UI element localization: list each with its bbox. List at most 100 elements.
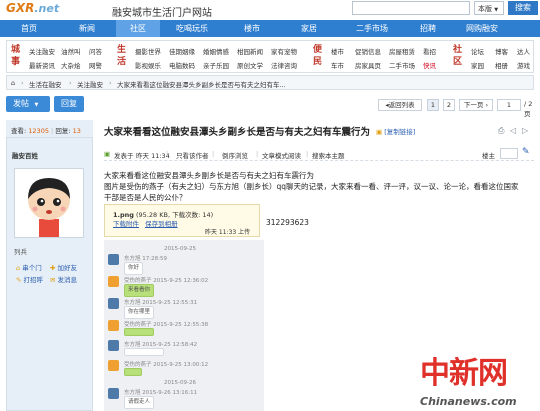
breadcrumb-item[interactable]: 关注融安: [77, 79, 103, 89]
avatar: [108, 320, 119, 331]
watermark-logo: 中新网: [420, 356, 508, 391]
copy-link-label: [复制链接]: [384, 128, 416, 136]
category-link[interactable]: 最新资讯: [29, 60, 55, 70]
reply-button[interactable]: 回复: [54, 96, 84, 112]
category-link[interactable]: 家有宠物: [271, 46, 297, 56]
back-to-list-label: 返回列表: [388, 101, 415, 109]
chat-sender-time: 东方旭 2015-9-25 12:58:42: [124, 342, 198, 348]
page-number-input[interactable]: 1: [497, 99, 521, 111]
site-logo[interactable]: GXR.net: [6, 1, 104, 19]
attachment-popup: 1.png (95.28 KB, 下载次数: 14) 下载附件 保存到相册 昨天…: [104, 204, 260, 237]
search-thread-link[interactable]: 搜索本主题: [312, 150, 345, 160]
chat-bubble: 你在哪里: [124, 306, 155, 319]
nav-item-home-living[interactable]: 家居: [280, 20, 338, 37]
category-link[interactable]: 柑园新闻: [237, 46, 263, 56]
article-mode-link[interactable]: 文章模式阅读: [262, 150, 301, 160]
back-to-list-button[interactable]: ◂返回列表: [378, 99, 422, 111]
category-link[interactable]: 摄影世界: [135, 46, 161, 56]
category-link[interactable]: 楼市: [331, 46, 344, 56]
new-post-button[interactable]: 发帖 ▼: [6, 96, 50, 112]
category-link[interactable]: 房家具页: [355, 60, 381, 70]
add-friend-icon: ✚: [50, 264, 56, 272]
breadcrumb-item: 大家来看看这位融安县潭头乡副乡长是否与有夫之妇有车...: [117, 81, 286, 89]
views-label: 查看:: [11, 127, 27, 135]
home-icon[interactable]: ⌂: [11, 79, 15, 87]
page-total: / 2 页: [524, 100, 533, 118]
chat-sender-time: 受伤的燕子 2015-9-25 13:00:12: [124, 362, 209, 368]
avatar[interactable]: [14, 168, 84, 238]
chevron-right-icon: ›: [109, 79, 112, 87]
send-message-link[interactable]: ✉ 发消息: [50, 274, 77, 284]
floor-jump-input[interactable]: [500, 148, 518, 159]
nav-item-jobs[interactable]: 招聘: [406, 20, 450, 37]
category-link[interactable]: 家园: [471, 60, 484, 70]
category-link[interactable]: 亲子乐园: [203, 60, 229, 70]
category-link[interactable]: 关注融安: [29, 46, 55, 56]
house-icon: ⌂: [16, 264, 21, 272]
new-post-label: 发帖: [13, 99, 29, 108]
chevron-down-icon: ▼: [494, 7, 499, 13]
visit-user-link[interactable]: ⌂ 串个门: [16, 262, 42, 272]
reverse-order-link[interactable]: 倒序浏览: [222, 150, 248, 160]
nav-item-news[interactable]: 新闻: [58, 20, 116, 37]
next-page-button[interactable]: 下一页 ›: [459, 99, 493, 111]
author-name[interactable]: 融安百姓: [12, 150, 38, 160]
nav-item-property[interactable]: 楼市: [224, 20, 280, 37]
category-link[interactable]: 车市: [331, 60, 344, 70]
qq-number: 312293623: [266, 218, 309, 227]
next-thread-icon[interactable]: ▷: [522, 126, 531, 135]
post-body-line: 大家来看看这位融安县潭头乡副乡长是否与有夫之妇有车震行为: [104, 171, 314, 180]
category-link[interactable]: 婚姻情感: [203, 46, 229, 56]
nav-item-shopping[interactable]: 网购融安: [450, 20, 514, 37]
category-link[interactable]: 论坛: [471, 46, 484, 56]
nav-item-food[interactable]: 吃喝玩乐: [160, 20, 224, 37]
category-link[interactable]: 问答: [89, 46, 102, 56]
save-to-album-link[interactable]: 保存到相册: [145, 220, 178, 228]
prev-thread-icon[interactable]: ◁: [510, 126, 519, 135]
category-link[interactable]: 佳期姻缘: [169, 46, 195, 56]
add-friend-link[interactable]: ✚ 加好友: [50, 262, 77, 272]
chat-bubble: 请假走人: [124, 396, 155, 409]
page-button-1[interactable]: 1: [427, 99, 439, 111]
pencil-icon[interactable]: ✎: [522, 147, 530, 157]
category-link[interactable]: 促销信息: [355, 46, 381, 56]
category-link[interactable]: 电脑数码: [169, 60, 195, 70]
page-button-2[interactable]: 2: [443, 99, 455, 111]
category-link[interactable]: 看招: [423, 46, 436, 56]
download-attachment-link[interactable]: 下载附件: [113, 220, 139, 228]
floor-label: 楼主: [482, 152, 495, 160]
breadcrumb-item[interactable]: 生活在融安: [29, 79, 62, 89]
breadcrumb: ⌂ › 生活在融安 › 关注融安 › 大家来看看这位融安县潭头乡副乡长是否与有夫…: [6, 75, 534, 90]
category-link[interactable]: 二手市场: [389, 60, 415, 70]
search-input[interactable]: [352, 1, 470, 15]
category-link[interactable]: 相册: [495, 60, 508, 70]
category-link[interactable]: 影视娱乐: [135, 60, 161, 70]
search-scope-select[interactable]: 本版 ▼: [474, 1, 504, 15]
nav-item-community[interactable]: 社区: [116, 20, 160, 37]
category-link[interactable]: 达人: [517, 46, 530, 56]
avatar: [108, 298, 119, 309]
category-link[interactable]: 大杂烩: [61, 60, 81, 70]
author-only-link[interactable]: 只看该作者: [176, 150, 209, 160]
greet-link[interactable]: ✎ 打招呼: [16, 274, 43, 284]
search-button[interactable]: 搜索: [508, 1, 538, 15]
chat-screenshot[interactable]: 2015-09-25 东方旭 17:28:59 你好 受伤的燕子 2015-9-…: [104, 240, 264, 411]
category-link[interactable]: 油然叫: [61, 46, 81, 56]
replies-count: 13: [72, 127, 81, 135]
print-icon[interactable]: ⎙: [498, 126, 507, 135]
category-link[interactable]: 房屋租赁: [389, 46, 415, 56]
category-link[interactable]: 法律咨询: [271, 60, 297, 70]
category-link[interactable]: 博客: [495, 46, 508, 56]
site-title: 融安城市生活门户网站: [112, 8, 212, 19]
category-panel: 城事 关注融安 油然叫 问答 最新资讯 大杂烩 网警 生活 摄影世界 佳期姻缘 …: [6, 40, 534, 73]
nav-item-home[interactable]: 首页: [0, 20, 58, 37]
copy-link-button[interactable]: ▣ [复制链接]: [376, 126, 415, 136]
category-link[interactable]: 网警: [89, 60, 102, 70]
user-rank: 列兵: [14, 248, 27, 256]
post-body-line: 图片是受伤的燕子（有夫之妇）与东方旭（副乡长）qq聊天的记录，大家来看一看、评一…: [104, 182, 519, 191]
nav-item-second-hand[interactable]: 二手市场: [338, 20, 406, 37]
category-link[interactable]: 游戏: [517, 60, 530, 70]
chat-bubble: 你好: [124, 262, 144, 275]
category-link[interactable]: 原创文学: [237, 60, 263, 70]
category-link[interactable]: 快讯: [423, 60, 436, 70]
